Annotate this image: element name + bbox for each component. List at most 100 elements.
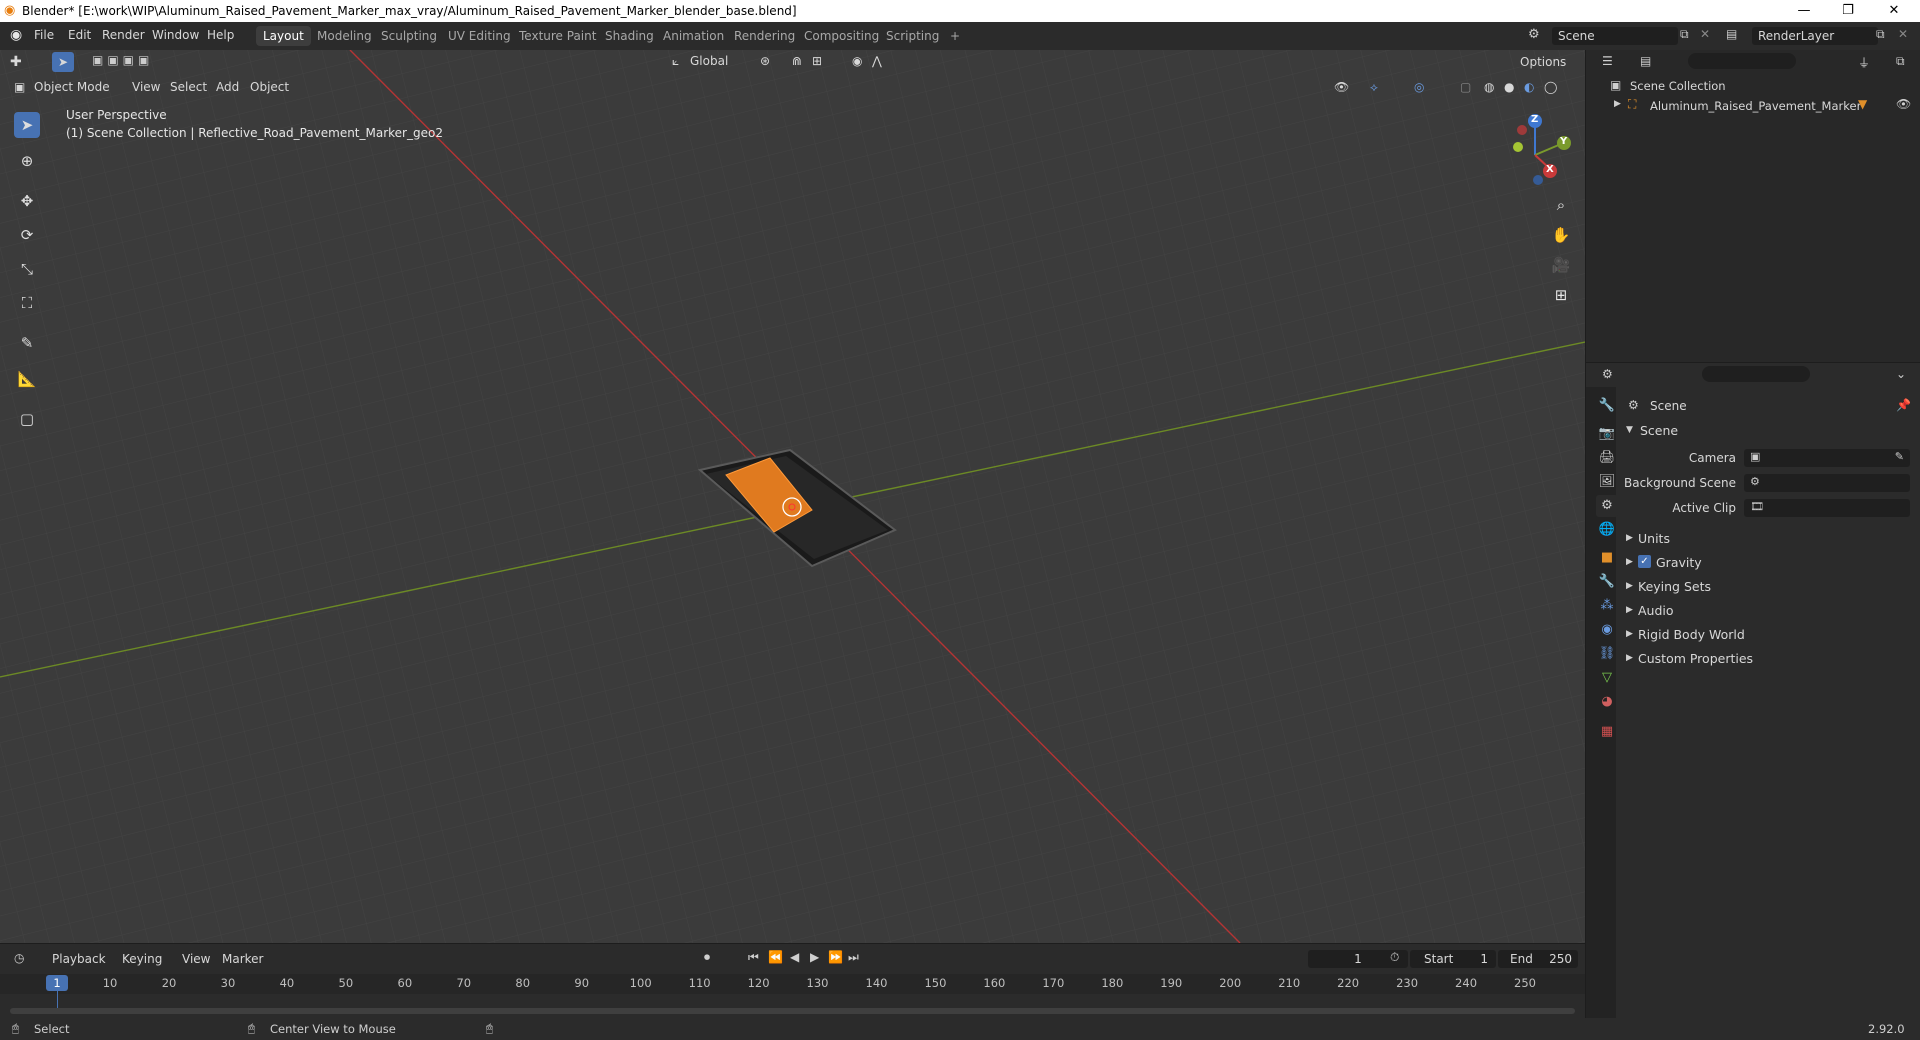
view-layer-selector[interactable]: RenderLayer: [1752, 27, 1878, 45]
object-tab-icon[interactable]: ■: [1596, 547, 1618, 569]
audio-panel[interactable]: Audio: [1638, 603, 1674, 618]
properties-options-icon[interactable]: ⌄: [1896, 367, 1906, 381]
stopwatch-icon[interactable]: ⏱: [1390, 950, 1399, 965]
outliner-object-item[interactable]: Aluminum_Raised_Pavement_Marker: [1650, 99, 1861, 113]
pivot-icon[interactable]: ⊛: [760, 54, 770, 68]
falloff-icon[interactable]: ⋀: [872, 54, 882, 68]
particles-tab-icon[interactable]: ⁂: [1596, 595, 1618, 617]
overlay-icon[interactable]: ◎: [1414, 80, 1424, 94]
menu-edit[interactable]: Edit: [68, 28, 91, 42]
view-layer-icon[interactable]: ▤: [1726, 27, 1737, 41]
scene-icon[interactable]: ⚙: [1528, 27, 1540, 42]
expand-arrow-icon[interactable]: ▶: [1614, 99, 1621, 109]
timeline-menu-playback[interactable]: Playback: [52, 952, 106, 966]
properties-editor-icon[interactable]: ⚙: [1602, 367, 1613, 381]
timeline-menu-marker[interactable]: Marker: [222, 952, 263, 966]
rigid-body-world-panel[interactable]: Rigid Body World: [1638, 627, 1745, 642]
play-icon[interactable]: ▶: [810, 950, 819, 964]
solid-shading-icon[interactable]: ●: [1504, 80, 1514, 94]
camera-view-icon[interactable]: 🎥: [1548, 252, 1574, 278]
tab-animation[interactable]: Animation: [656, 26, 731, 46]
blender-menu-icon[interactable]: ◉: [10, 27, 22, 43]
gizmo-icon[interactable]: ⟡: [1370, 80, 1378, 95]
custom-properties-panel[interactable]: Custom Properties: [1638, 651, 1753, 666]
rotate-tool[interactable]: ⟳: [14, 222, 40, 248]
cursor-tool[interactable]: ⊕: [14, 148, 40, 174]
select-box-tool[interactable]: ➤: [14, 112, 40, 138]
scale-tool[interactable]: ⤡: [14, 256, 40, 282]
timeline-menu-view[interactable]: View: [182, 952, 210, 966]
menu-window[interactable]: Window: [152, 28, 199, 42]
ortho-grid-icon[interactable]: ⊞: [1548, 282, 1574, 308]
visibility-eye-icon[interactable]: 👁: [1896, 97, 1911, 111]
keying-sets-arrow-icon[interactable]: ▶: [1626, 581, 1633, 591]
new-collection-icon[interactable]: ⧉: [1896, 54, 1905, 69]
prev-keyframe-icon[interactable]: ⏪: [768, 950, 783, 964]
tab-texture-paint[interactable]: Texture Paint: [512, 26, 603, 46]
zoom-icon[interactable]: ⌕: [1548, 192, 1574, 218]
tab-layout[interactable]: Layout: [256, 26, 311, 46]
modifier-icon[interactable]: ▼: [1858, 97, 1867, 111]
tab-shading[interactable]: Shading: [598, 26, 661, 46]
timeline-menu-keying[interactable]: Keying: [122, 952, 162, 966]
audio-arrow-icon[interactable]: ▶: [1626, 605, 1633, 615]
end-frame-field[interactable]: End 250: [1498, 950, 1578, 968]
start-frame-field[interactable]: Start 1: [1410, 950, 1496, 968]
units-panel[interactable]: Units: [1638, 531, 1670, 546]
custom-properties-arrow-icon[interactable]: ▶: [1626, 653, 1633, 663]
filter-icon[interactable]: ⏚: [1858, 54, 1870, 71]
record-icon[interactable]: ⏺: [704, 950, 710, 965]
gravity-arrow-icon[interactable]: ▶: [1626, 557, 1633, 567]
viewport-menu-add[interactable]: Add: [216, 80, 239, 94]
units-arrow-icon[interactable]: ▶: [1626, 533, 1633, 543]
jump-start-icon[interactable]: ⏮: [748, 950, 759, 965]
properties-search-input[interactable]: [1702, 366, 1810, 382]
tab-uv-editing[interactable]: UV Editing: [441, 26, 518, 46]
viewport-menu-view[interactable]: View: [132, 80, 160, 94]
selection-mode-icons[interactable]: ▣▣▣▣: [92, 53, 153, 67]
measure-tool[interactable]: 📐: [14, 366, 40, 392]
xray-icon[interactable]: ▢: [1460, 80, 1471, 94]
play-reverse-icon[interactable]: ◀: [790, 950, 799, 964]
remove-scene-icon[interactable]: ✕: [1700, 27, 1710, 41]
constraints-tab-icon[interactable]: ⛓: [1596, 643, 1618, 665]
tab-modeling[interactable]: Modeling: [310, 26, 379, 46]
render-tab-icon[interactable]: 📷: [1596, 423, 1618, 445]
camera-field[interactable]: ▣ ✎: [1744, 449, 1910, 467]
viewport-menu-object[interactable]: Object: [250, 80, 289, 94]
editor-type-icon[interactable]: ✚: [10, 54, 22, 70]
viewport-menu-select[interactable]: Select: [170, 80, 207, 94]
menu-render[interactable]: Render: [102, 28, 145, 42]
snap-target-icon[interactable]: ⊞: [812, 54, 822, 68]
gravity-checkbox[interactable]: ✓: [1638, 555, 1651, 568]
restore-button[interactable]: ❐: [1826, 0, 1870, 22]
outliner-search-input[interactable]: [1688, 53, 1796, 69]
menu-file[interactable]: File: [34, 28, 54, 42]
minimize-button[interactable]: —: [1782, 0, 1826, 22]
object-mode-dropdown[interactable]: Object Mode: [34, 80, 110, 94]
new-scene-icon[interactable]: ⧉: [1680, 27, 1689, 42]
tab-sculpting[interactable]: Sculpting: [374, 26, 444, 46]
material-tab-icon[interactable]: ◕: [1596, 691, 1618, 713]
world-tab-icon[interactable]: 🌐: [1596, 519, 1618, 541]
tool-tab-icon[interactable]: 🔧: [1596, 395, 1618, 417]
3d-viewport[interactable]: ✚ ➤ ▣▣▣▣ ⟀ Global ⊛ ⋒ ⊞ ◉ ⋀ Options ▣ Ob…: [0, 50, 1585, 943]
close-button[interactable]: ✕: [1872, 0, 1916, 22]
rigid-body-arrow-icon[interactable]: ▶: [1626, 629, 1633, 639]
outliner-editor-icon[interactable]: ☰: [1602, 54, 1613, 68]
scene-section-arrow-icon[interactable]: ▼: [1626, 425, 1633, 435]
material-shading-icon[interactable]: ◐: [1524, 80, 1534, 94]
playhead-marker[interactable]: 1: [46, 975, 68, 991]
add-workspace-button[interactable]: +: [943, 26, 967, 46]
jump-end-icon[interactable]: ⏭: [848, 950, 859, 965]
data-tab-icon[interactable]: ▽: [1596, 667, 1618, 689]
remove-view-layer-icon[interactable]: ✕: [1898, 27, 1908, 41]
pan-hand-icon[interactable]: ✋: [1548, 222, 1574, 248]
scene-tab-icon[interactable]: ⚙: [1596, 495, 1618, 517]
move-tool[interactable]: ✥: [14, 188, 40, 214]
scene-collection-label[interactable]: Scene Collection: [1630, 79, 1726, 93]
visibility-icon[interactable]: 👁: [1334, 80, 1349, 94]
scene-section-header[interactable]: Scene: [1640, 423, 1678, 438]
menu-help[interactable]: Help: [207, 28, 234, 42]
scene-selector[interactable]: Scene: [1552, 27, 1678, 45]
